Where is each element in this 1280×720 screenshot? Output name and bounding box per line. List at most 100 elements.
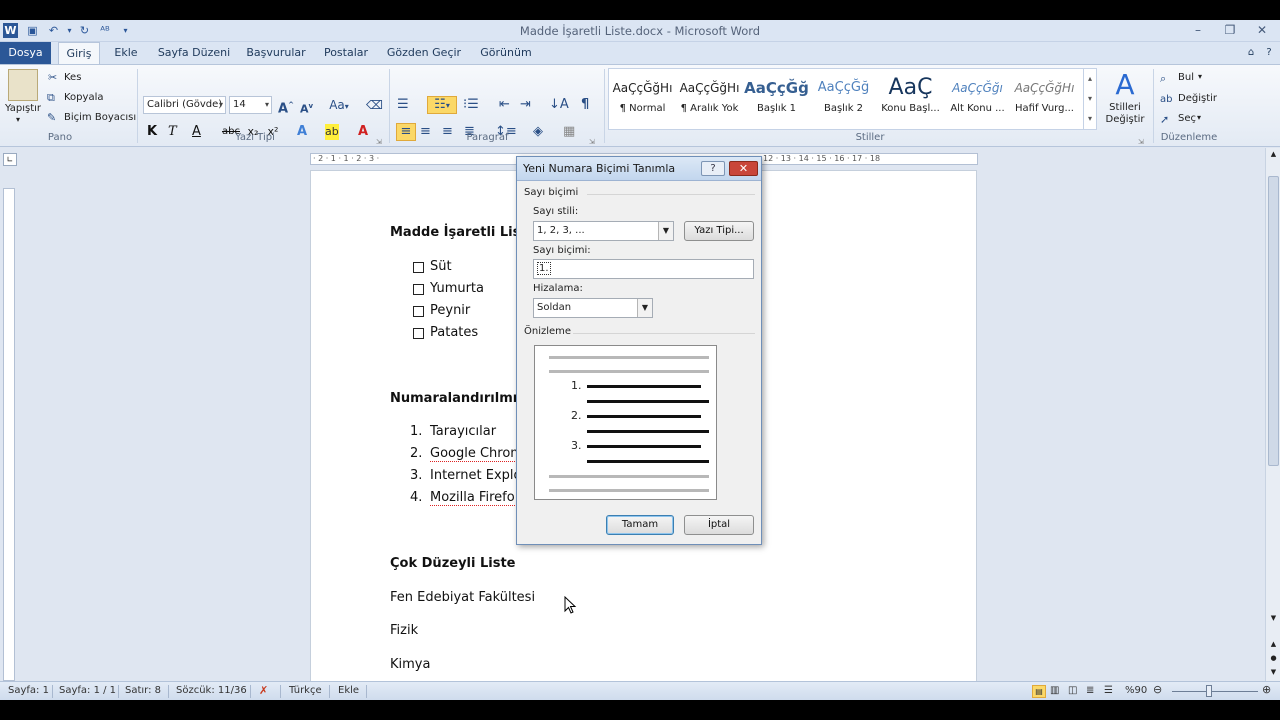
select-icon[interactable]: ➚ bbox=[1160, 112, 1169, 128]
help-button[interactable]: ? bbox=[701, 161, 725, 176]
numbering-icon[interactable]: ☷▾ bbox=[427, 96, 457, 114]
close-button[interactable]: ✕ bbox=[1248, 22, 1276, 39]
shading-icon[interactable]: ◈ bbox=[533, 124, 543, 140]
style-name: Konu Başl... bbox=[881, 103, 940, 114]
outline-icon[interactable]: ≣ bbox=[1086, 685, 1094, 696]
cut-icon[interactable]: ✂ bbox=[48, 70, 57, 86]
font-name-combo[interactable]: Calibri (Gövde) ▾ bbox=[143, 96, 226, 114]
find-icon[interactable]: ⌕ bbox=[1160, 71, 1166, 87]
chevron-down-icon[interactable]: ▾ bbox=[1197, 113, 1201, 122]
align-center-icon[interactable]: ≡ bbox=[420, 124, 431, 140]
previous-page-icon[interactable]: ▲ bbox=[1268, 640, 1279, 652]
cut-button[interactable]: Kes bbox=[64, 72, 81, 83]
tab-view[interactable]: Görünüm bbox=[475, 42, 537, 64]
minimize-button[interactable]: – bbox=[1184, 22, 1212, 39]
alignment-select[interactable]: Soldan ▼ bbox=[533, 298, 653, 318]
format-painter-button[interactable]: Biçim Boyacısı bbox=[64, 112, 136, 123]
multilevel-list-icon[interactable]: ⁝☰ bbox=[463, 97, 479, 113]
underline-button[interactable]: A bbox=[192, 124, 201, 140]
styles-scroll[interactable]: ▴ ▾ ▾ bbox=[1083, 69, 1096, 129]
italic-button[interactable]: T bbox=[168, 124, 177, 140]
vertical-scrollbar[interactable]: ▲ ▼ ▲ ● ▼ bbox=[1265, 148, 1280, 681]
scroll-down-icon[interactable]: ▼ bbox=[1268, 614, 1279, 626]
style-title[interactable]: AaÇ Konu Başl... bbox=[877, 73, 944, 129]
chevron-down-icon[interactable]: ▾ bbox=[1198, 72, 1202, 81]
style-subtitle[interactable]: AaÇçĞğı Alt Konu ... bbox=[944, 73, 1011, 129]
ok-button[interactable]: Tamam bbox=[606, 515, 674, 535]
paste-dropdown-icon[interactable]: ▾ bbox=[16, 115, 20, 124]
highlight-icon[interactable]: ab bbox=[325, 124, 339, 140]
font-color-icon[interactable]: A bbox=[358, 124, 368, 140]
full-screen-reading-icon[interactable]: ▥ bbox=[1050, 685, 1059, 696]
dialog-close-button[interactable]: ✕ bbox=[729, 161, 758, 176]
maximize-button[interactable]: ❐ bbox=[1216, 22, 1244, 39]
shrink-font-icon[interactable]: Av bbox=[300, 98, 313, 118]
style-heading-2[interactable]: AaÇçĞğ Başlık 2 bbox=[810, 73, 877, 129]
proofing-icon[interactable]: ✗ bbox=[259, 684, 268, 697]
tab-page-layout[interactable]: Sayfa Düzeni bbox=[155, 42, 233, 64]
help-icon[interactable]: ? bbox=[1262, 42, 1276, 64]
ribbon-minimize-icon[interactable]: ⌂ bbox=[1244, 42, 1258, 64]
paste-label[interactable]: Yapıştır bbox=[5, 103, 41, 114]
format-painter-icon[interactable]: ✎ bbox=[47, 110, 56, 126]
print-layout-icon[interactable]: ▤ bbox=[1032, 685, 1046, 698]
sort-icon[interactable]: ↓A bbox=[549, 97, 569, 113]
browse-object-icon[interactable]: ● bbox=[1268, 654, 1279, 666]
clear-format-icon[interactable]: ⌫ bbox=[366, 97, 383, 113]
change-styles-icon[interactable]: A bbox=[1108, 69, 1142, 101]
text-effects-icon[interactable]: A bbox=[297, 124, 307, 140]
borders-icon[interactable]: ▦ bbox=[563, 124, 575, 140]
align-right-icon[interactable]: ≡ bbox=[442, 124, 453, 140]
bold-button[interactable]: K bbox=[147, 124, 157, 140]
style-normal[interactable]: AaÇçĞğHı ¶ Normal bbox=[609, 73, 676, 129]
font-button[interactable]: Yazı Tipi... bbox=[684, 221, 754, 241]
alignment-label: Hizalama: bbox=[533, 283, 583, 294]
status-language[interactable]: Türkçe bbox=[289, 685, 322, 696]
status-insert-mode[interactable]: Ekle bbox=[338, 685, 359, 696]
separator bbox=[168, 685, 169, 698]
zoom-level[interactable]: %90 bbox=[1125, 685, 1147, 696]
style-no-spacing[interactable]: AaÇçĞğHı ¶ Aralık Yok bbox=[676, 73, 743, 129]
number-style-select[interactable]: 1, 2, 3, ... ▼ bbox=[533, 221, 674, 241]
zoom-in-icon[interactable]: ⊕ bbox=[1262, 683, 1271, 696]
zoom-slider-thumb[interactable] bbox=[1206, 685, 1212, 697]
scroll-thumb[interactable] bbox=[1268, 176, 1279, 466]
tab-mailings[interactable]: Postalar bbox=[320, 42, 372, 64]
find-button[interactable]: Bul bbox=[1178, 72, 1194, 83]
zoom-slider[interactable] bbox=[1172, 691, 1258, 692]
tab-file[interactable]: Dosya bbox=[0, 42, 51, 64]
tab-insert[interactable]: Ekle bbox=[110, 42, 142, 64]
style-subtle-emphasis[interactable]: AaÇçĞğHı Hafif Vurg... bbox=[1011, 73, 1078, 129]
align-left-icon[interactable]: ≡ bbox=[396, 123, 416, 141]
change-styles-button[interactable]: Stilleri Değiştir bbox=[1102, 102, 1148, 126]
tab-review[interactable]: Gözden Geçir bbox=[385, 42, 463, 64]
zoom-out-icon[interactable]: ⊖ bbox=[1153, 683, 1162, 696]
replace-icon[interactable]: ab bbox=[1160, 92, 1172, 108]
tab-selector-icon[interactable]: ∟ bbox=[3, 153, 17, 166]
bullets-icon[interactable]: ☰ bbox=[397, 97, 409, 113]
copy-button[interactable]: Kopyala bbox=[64, 92, 103, 103]
change-case-icon[interactable]: Aa▾ bbox=[328, 97, 350, 115]
grow-font-icon[interactable]: A^ bbox=[278, 97, 294, 117]
replace-button[interactable]: Değiştir bbox=[1178, 93, 1217, 104]
paste-icon[interactable] bbox=[8, 69, 38, 101]
tab-home[interactable]: Giriş bbox=[58, 42, 100, 64]
show-formatting-button[interactable]: ¶ bbox=[581, 97, 589, 113]
copy-icon[interactable]: ⧉ bbox=[47, 90, 55, 106]
style-heading-1[interactable]: AaÇçĞğ Başlık 1 bbox=[743, 73, 810, 129]
cancel-button[interactable]: İptal bbox=[684, 515, 754, 535]
status-page[interactable]: Sayfa: 1 bbox=[8, 685, 49, 696]
status-pages[interactable]: Sayfa: 1 / 1 bbox=[59, 685, 116, 696]
select-button[interactable]: Seç bbox=[1178, 113, 1196, 124]
web-layout-icon[interactable]: ◫ bbox=[1068, 685, 1077, 696]
status-line[interactable]: Satır: 8 bbox=[125, 685, 161, 696]
scroll-up-icon[interactable]: ▲ bbox=[1268, 150, 1279, 162]
number-format-input[interactable]: 1. bbox=[533, 259, 754, 279]
draft-icon[interactable]: ☰ bbox=[1104, 685, 1113, 696]
decrease-indent-icon[interactable]: ⇤ bbox=[499, 97, 510, 113]
tab-references[interactable]: Başvurular bbox=[243, 42, 309, 64]
increase-indent-icon[interactable]: ⇥ bbox=[520, 97, 531, 113]
next-page-icon[interactable]: ▼ bbox=[1268, 668, 1279, 680]
font-size-combo[interactable]: 14 ▾ bbox=[229, 96, 272, 114]
status-words[interactable]: Sözcük: 11/36 bbox=[176, 685, 247, 696]
